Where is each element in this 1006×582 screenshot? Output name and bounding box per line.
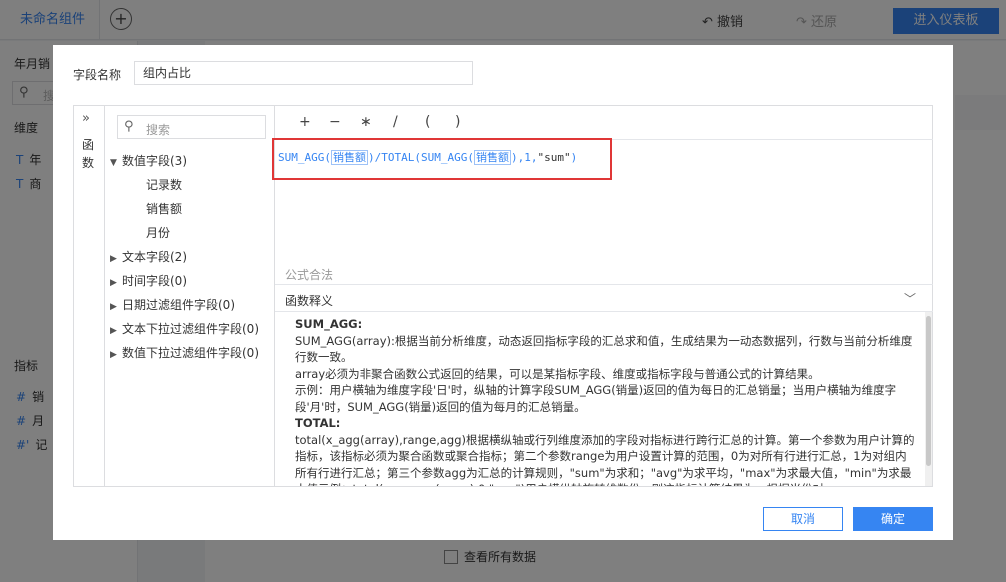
plus-operator[interactable]: +: [299, 114, 311, 130]
formula-editor: » 函数 ⚲ 搜索 ▼ 数值字段(3) 记录数 销售额 月份 ▶ 文本字段(2) ▶…: [73, 105, 933, 487]
tree-item[interactable]: 月份: [146, 224, 170, 241]
caret-right-icon: ▶: [110, 326, 117, 336]
caret-right-icon: ▶: [110, 350, 117, 360]
tree-group-date-filter[interactable]: ▶ 日期过滤组件字段(0): [110, 296, 235, 313]
field-name-label: 字段名称: [73, 68, 122, 82]
field-search-input[interactable]: ⚲ 搜索: [117, 115, 266, 139]
tree-group-text-filter[interactable]: ▶ 文本下拉过滤组件字段(0): [110, 320, 259, 337]
calculated-field-dialog: 字段名称 组内占比 » 函数 ⚲ 搜索 ▼ 数值字段(3) 记录数 销售额 月份 …: [53, 45, 953, 540]
multiply-operator[interactable]: ∗: [360, 114, 372, 130]
explain-scrollbar[interactable]: [925, 312, 932, 486]
tree-group-time[interactable]: ▶ 时间字段(0): [110, 272, 187, 289]
caret-right-icon: ▶: [110, 254, 117, 264]
chevron-down-icon[interactable]: ﹀: [904, 290, 916, 307]
formula-status: 公式合法: [285, 268, 334, 282]
caret-right-icon: ▶: [110, 302, 117, 312]
caret-right-icon: ▶: [110, 278, 117, 288]
confirm-button[interactable]: 确定: [853, 507, 933, 531]
formula-highlight-box: [272, 138, 612, 180]
tree-group-number-filter[interactable]: ▶ 数值下拉过滤组件字段(0): [110, 344, 259, 361]
tree-group-text[interactable]: ▶ 文本字段(2): [110, 248, 187, 265]
close-paren-operator[interactable]: ): [455, 114, 460, 130]
functions-label[interactable]: 函数: [82, 136, 96, 172]
function-explain-body: SUM_AGG: SUM_AGG(array):根据当前分析维度，动态返回指标字…: [295, 317, 915, 486]
caret-down-icon: ▼: [110, 158, 117, 168]
formula-area: + − ∗ / ( ) SUM_AGG(销售额)/TOTAL(SUM_AGG(销…: [272, 106, 933, 486]
tree-item[interactable]: 销售额: [146, 200, 182, 217]
scrollbar-thumb[interactable]: [926, 316, 931, 466]
expand-functions-icon[interactable]: »: [82, 111, 90, 126]
open-paren-operator[interactable]: (: [425, 114, 430, 130]
divide-operator[interactable]: /: [393, 114, 398, 130]
field-tree: ⚲ 搜索 ▼ 数值字段(3) 记录数 销售额 月份 ▶ 文本字段(2) ▶ 时间字段(…: [106, 106, 275, 486]
function-explain-header[interactable]: 函数释义 ﹀: [275, 284, 933, 312]
cancel-button[interactable]: 取消: [763, 507, 843, 531]
search-icon: ⚲: [124, 119, 134, 134]
tree-item[interactable]: 记录数: [146, 176, 182, 193]
field-name-input[interactable]: 组内占比: [134, 61, 473, 85]
minus-operator[interactable]: −: [329, 114, 341, 130]
tree-group-numeric[interactable]: ▼ 数值字段(3): [110, 152, 187, 169]
operator-bar: + − ∗ / ( ): [275, 106, 933, 140]
function-column: » 函数: [74, 106, 105, 486]
